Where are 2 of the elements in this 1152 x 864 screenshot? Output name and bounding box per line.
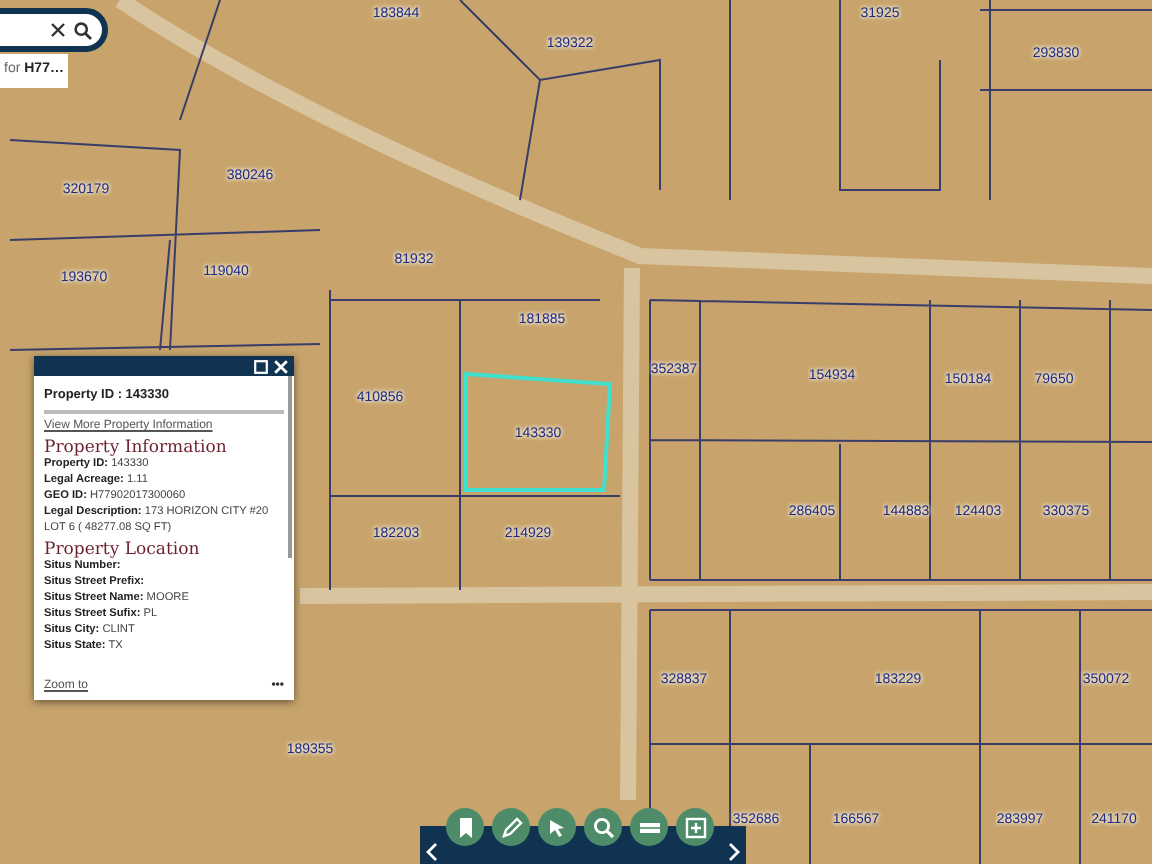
section-heading: Property Information (44, 439, 229, 458)
section-heading: Property Location (44, 541, 202, 560)
